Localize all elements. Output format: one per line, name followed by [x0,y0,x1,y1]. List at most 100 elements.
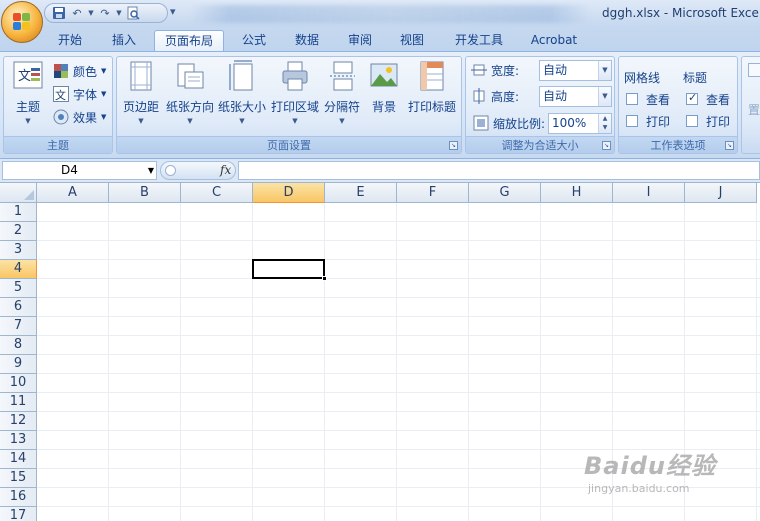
width-label-row: 宽度: [471,60,519,80]
tab-page-layout[interactable]: 页面布局 [154,30,224,52]
row-header-2[interactable]: 2 [0,222,37,241]
background-button[interactable]: 背景 [366,60,402,115]
scale-spinner[interactable]: 100% ▲ ▼ [548,113,612,134]
dialog-launcher-icon[interactable]: ↘ [602,141,611,150]
row-header-17[interactable]: 17 [0,507,37,521]
undo-icon[interactable]: ↶ [69,5,85,21]
tab-formulas[interactable]: 公式 [232,30,276,52]
row-header-7[interactable]: 7 [0,317,37,336]
headings-print-checkbox[interactable]: 打印 [686,111,730,131]
column-gridline [180,203,181,521]
size-button[interactable]: 纸张大小 ▼ [217,60,267,125]
tab-acrobat[interactable]: Acrobat [522,30,586,52]
headings-view-check[interactable] [686,91,698,105]
headings-view-checkbox[interactable]: 查看 [686,89,730,109]
insert-function-icon[interactable]: fx [220,163,231,177]
headings-print-check[interactable] [686,115,698,127]
theme-colors-button[interactable]: 颜色 ▼ [53,61,106,81]
row-header-13[interactable]: 13 [0,431,37,450]
office-button[interactable] [1,1,43,43]
column-header-g[interactable]: G [469,183,541,203]
row-header-15[interactable]: 15 [0,469,37,488]
save-icon[interactable] [51,5,67,21]
gridlines-view-checkbox[interactable]: 查看 [626,89,670,109]
spin-up-icon[interactable]: ▲ [599,114,611,123]
row-gridline [37,278,760,279]
chevron-down-icon: ▼ [598,87,611,106]
name-box[interactable]: D4 ▼ [2,161,157,180]
page-setup-group: 页边距 ▼ 纸张方向 ▼ 纸张大小 ▼ 打印区域 ▼ 分隔符 ▼ 背景 打印标题… [116,56,462,154]
print-preview-icon[interactable] [125,5,141,21]
spin-down-icon[interactable]: ▼ [599,123,611,132]
tab-view[interactable]: 视图 [390,30,434,52]
row-header-3[interactable]: 3 [0,241,37,260]
redo-icon[interactable]: ↷ [97,5,113,21]
tab-insert[interactable]: 插入 [102,30,146,52]
column-header-c[interactable]: C [181,183,253,203]
select-all-corner[interactable] [0,183,37,203]
width-dropdown[interactable]: 自动 ▼ [539,60,612,81]
column-header-a[interactable]: A [37,183,109,203]
column-header-h[interactable]: H [541,183,613,203]
print-titles-button[interactable]: 打印标题 [407,60,457,115]
chevron-down-icon: ▼ [239,117,245,125]
margins-button[interactable]: 页边距 ▼ [120,60,162,125]
blurred-taskbar-tabs [190,5,590,23]
row-header-11[interactable]: 11 [0,393,37,412]
themes-button[interactable]: 文 主题 ▼ [7,60,49,125]
column-header-f[interactable]: F [397,183,469,203]
formula-input[interactable] [238,161,760,180]
chevron-down-icon: ▼ [25,117,31,125]
tab-developer[interactable]: 开发工具 [446,30,512,52]
row-header-14[interactable]: 14 [0,450,37,469]
chevron-down-icon[interactable]: ▼ [148,162,154,179]
column-header-b[interactable]: B [109,183,181,203]
column-header-d[interactable]: D [253,183,325,203]
row-header-10[interactable]: 10 [0,374,37,393]
row-header-12[interactable]: 12 [0,412,37,431]
gridlines-print-check[interactable] [626,115,638,127]
breaks-button[interactable]: 分隔符 ▼ [322,60,362,125]
row-header-6[interactable]: 6 [0,298,37,317]
undo-dropdown-icon[interactable]: ▼ [87,5,95,21]
gridlines-view-check[interactable] [626,93,638,105]
print-area-label: 打印区域 [270,100,319,114]
row-header-8[interactable]: 8 [0,336,37,355]
theme-fonts-button[interactable]: 文 字体 ▼ [53,84,106,104]
orientation-button[interactable]: 纸张方向 ▼ [165,60,215,125]
row-header-16[interactable]: 16 [0,488,37,507]
row-header-5[interactable]: 5 [0,279,37,298]
row-header-1[interactable]: 1 [0,203,37,222]
redo-dropdown-icon[interactable]: ▼ [115,5,123,21]
width-label: 宽度: [491,63,520,78]
bring-forward-icon[interactable] [748,63,760,77]
column-gridline [396,203,397,521]
gridlines-print-checkbox[interactable]: 打印 [626,111,670,131]
tab-data[interactable]: 数据 [285,30,329,52]
print-area-button[interactable]: 打印区域 ▼ [270,60,320,125]
dialog-launcher-icon[interactable]: ↘ [725,141,734,150]
theme-effects-button[interactable]: 效果 ▼ [53,107,106,127]
customize-qat-icon[interactable]: ▾ [170,5,176,18]
chevron-down-icon: ▼ [101,90,107,98]
row-header-4[interactable]: 4 [0,260,37,279]
active-cell[interactable] [252,259,325,279]
fill-handle[interactable] [322,276,327,281]
height-dropdown[interactable]: 自动 ▼ [539,86,612,107]
column-header-e[interactable]: E [325,183,397,203]
row-gridline [37,506,760,507]
dialog-launcher-icon[interactable]: ↘ [449,141,458,150]
tab-review[interactable]: 审阅 [338,30,382,52]
row-header-9[interactable]: 9 [0,355,37,374]
tab-home[interactable]: 开始 [48,30,92,52]
gridlines-title: 网格线 [624,71,661,85]
worksheet-grid[interactable]: A B C D E F G H I J 1 2 3 4 5 6 7 8 9 10 11 12 13 14 15 16 17 [0,183,760,521]
chevron-down-icon: ▼ [101,113,107,121]
spinner-arrows[interactable]: ▲ ▼ [598,114,611,133]
column-header-i[interactable]: I [613,183,685,203]
size-label: 纸张大小 [217,100,266,114]
theme-fonts-label: 字体 [73,87,98,102]
expand-knob-icon[interactable] [165,165,176,176]
column-header-j[interactable]: J [685,183,757,203]
width-icon [471,62,487,78]
